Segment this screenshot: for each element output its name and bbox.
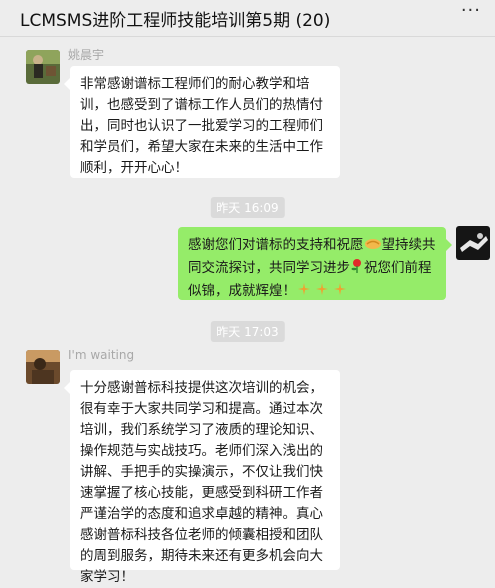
- message-bubble[interactable]: 非常感谢谱标工程师们的耐心教学和培训，也感受到了谱标工作人员们的热情付出，同时也…: [64, 66, 340, 178]
- sender-name: 姚晨宇: [68, 48, 105, 62]
- avatar-self[interactable]: [456, 226, 490, 260]
- timestamp: 昨天 17:03: [210, 321, 285, 342]
- more-options-icon[interactable]: ···: [461, 0, 481, 21]
- chat-header: LCMSMS进阶工程师技能培训第5期 (20) ···: [0, 0, 495, 37]
- sender-name: I'm waiting: [68, 348, 135, 362]
- message-text-part1: 感谢您们对谱标的支持和祝愿: [188, 237, 364, 253]
- avatar[interactable]: [26, 350, 60, 384]
- fireworks-emoji-icon: [296, 281, 350, 304]
- message-bubble-self[interactable]: 感谢您们对谱标的支持和祝愿 望持续共同交流探讨，共同学习进步 祝您们前程似锦，成就辉…: [178, 227, 452, 300]
- rose-emoji-icon: [350, 258, 364, 281]
- chat-title: LCMSMS进阶工程师技能培训第5期 (20): [20, 11, 331, 31]
- timestamp: 昨天 16:09: [210, 197, 285, 218]
- message-bubble[interactable]: 十分感谢普标科技提供这次培训的机会，很有幸于大家共同学习和提高。通过本次培训，我…: [64, 370, 340, 585]
- message-text: 十分感谢普标科技提供这次培训的机会，很有幸于大家共同学习和提高。通过本次培训，我…: [80, 380, 323, 585]
- avatar[interactable]: [26, 50, 60, 84]
- message-text: 非常感谢谱标工程师们的耐心教学和培训，也感受到了谱标工作人员们的热情付出，同时也…: [80, 76, 323, 176]
- handshake-emoji-icon: [364, 237, 382, 258]
